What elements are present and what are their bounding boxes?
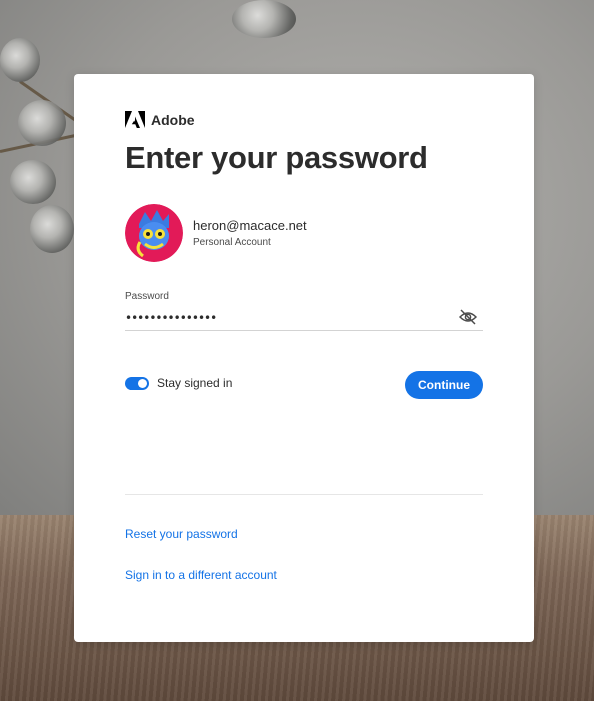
page-title: Enter your password bbox=[125, 140, 428, 175]
account-email: heron@macace.net bbox=[193, 218, 307, 233]
eye-hidden-icon[interactable] bbox=[459, 309, 477, 325]
avatar bbox=[125, 204, 183, 262]
brand: Adobe bbox=[125, 111, 195, 128]
password-label: Password bbox=[125, 291, 169, 302]
brand-name: Adobe bbox=[151, 111, 195, 128]
account-text: heron@macace.net Personal Account bbox=[193, 218, 307, 248]
avatar-image bbox=[125, 204, 183, 262]
continue-button[interactable]: Continue bbox=[405, 371, 483, 399]
divider bbox=[125, 494, 483, 495]
account-type: Personal Account bbox=[193, 237, 271, 248]
dried-flower bbox=[30, 205, 74, 253]
stay-signed-in-label: Stay signed in bbox=[157, 376, 233, 390]
password-input[interactable] bbox=[125, 308, 445, 328]
dried-flower bbox=[10, 160, 56, 204]
reset-password-link[interactable]: Reset your password bbox=[125, 527, 238, 541]
sign-in-card: Adobe Enter your password heron@macace.n… bbox=[74, 74, 534, 642]
stay-signed-in: Stay signed in bbox=[125, 376, 232, 390]
toggle-knob bbox=[138, 378, 147, 388]
dried-flower bbox=[0, 38, 40, 82]
stay-signed-in-toggle[interactable] bbox=[125, 376, 149, 390]
dried-flower bbox=[18, 100, 66, 146]
adobe-logo-icon bbox=[125, 111, 145, 128]
account-info: heron@macace.net Personal Account bbox=[125, 204, 307, 262]
different-account-link[interactable]: Sign in to a different account bbox=[125, 568, 277, 582]
dried-flower bbox=[232, 0, 296, 38]
password-field bbox=[125, 306, 483, 331]
